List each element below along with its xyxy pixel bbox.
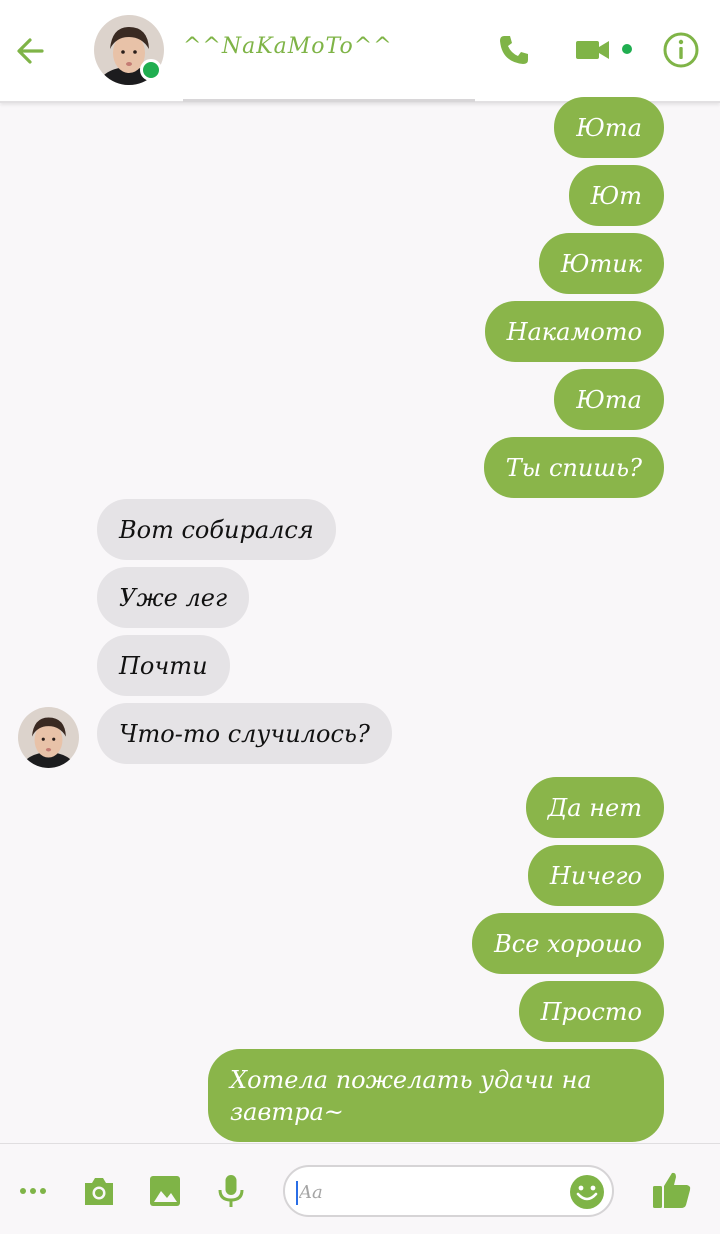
composer-bar bbox=[0, 1143, 720, 1234]
image-icon[interactable] bbox=[146, 1172, 184, 1210]
back-arrow-icon[interactable] bbox=[12, 32, 50, 70]
message-bubble-outgoing[interactable]: Юта bbox=[554, 369, 664, 430]
info-icon[interactable] bbox=[661, 30, 701, 70]
microphone-icon[interactable] bbox=[212, 1172, 250, 1210]
thumbs-up-icon[interactable] bbox=[650, 1168, 694, 1212]
video-camera-icon[interactable] bbox=[573, 30, 613, 70]
message-input[interactable] bbox=[299, 1176, 559, 1208]
text-caret bbox=[296, 1181, 298, 1205]
message-bubble-outgoing[interactable]: Ют bbox=[568, 165, 664, 226]
more-dots-icon[interactable] bbox=[14, 1172, 52, 1210]
message-bubble-incoming[interactable]: Уже лег bbox=[97, 567, 250, 628]
name-underline bbox=[183, 99, 475, 102]
sender-avatar[interactable] bbox=[18, 707, 79, 768]
message-bubble-incoming[interactable]: Что-то случилось? bbox=[97, 703, 392, 764]
message-bubble-outgoing[interactable]: Хотела пожелать удачи на завтра~ bbox=[208, 1049, 664, 1142]
contact-avatar[interactable] bbox=[94, 15, 164, 85]
message-bubble-outgoing[interactable]: Просто bbox=[518, 981, 664, 1042]
message-bubble-outgoing[interactable]: Ютик bbox=[538, 233, 664, 294]
phone-icon[interactable] bbox=[494, 30, 534, 70]
message-bubble-outgoing[interactable]: Ты спишь? bbox=[483, 437, 664, 498]
message-bubble-outgoing[interactable]: Накамото bbox=[484, 301, 664, 362]
message-bubble-outgoing[interactable]: Все хорошо bbox=[472, 913, 664, 974]
message-bubble-outgoing[interactable]: Да нет bbox=[525, 777, 664, 838]
message-bubble-outgoing[interactable]: Юта bbox=[554, 97, 664, 158]
emoji-icon[interactable] bbox=[568, 1173, 606, 1211]
message-bubble-incoming[interactable]: Почти bbox=[97, 635, 230, 696]
message-input-container[interactable] bbox=[283, 1165, 614, 1217]
message-bubble-incoming[interactable]: Вот собирался bbox=[97, 499, 336, 560]
online-status-dot bbox=[140, 59, 162, 81]
contact-name[interactable]: ^^NaKaMoTo^^ bbox=[183, 34, 393, 59]
video-active-dot bbox=[622, 44, 632, 54]
camera-icon[interactable] bbox=[80, 1172, 118, 1210]
chat-header: ^^NaKaMoTo^^ bbox=[0, 0, 720, 103]
message-bubble-outgoing[interactable]: Ничего bbox=[527, 845, 664, 906]
